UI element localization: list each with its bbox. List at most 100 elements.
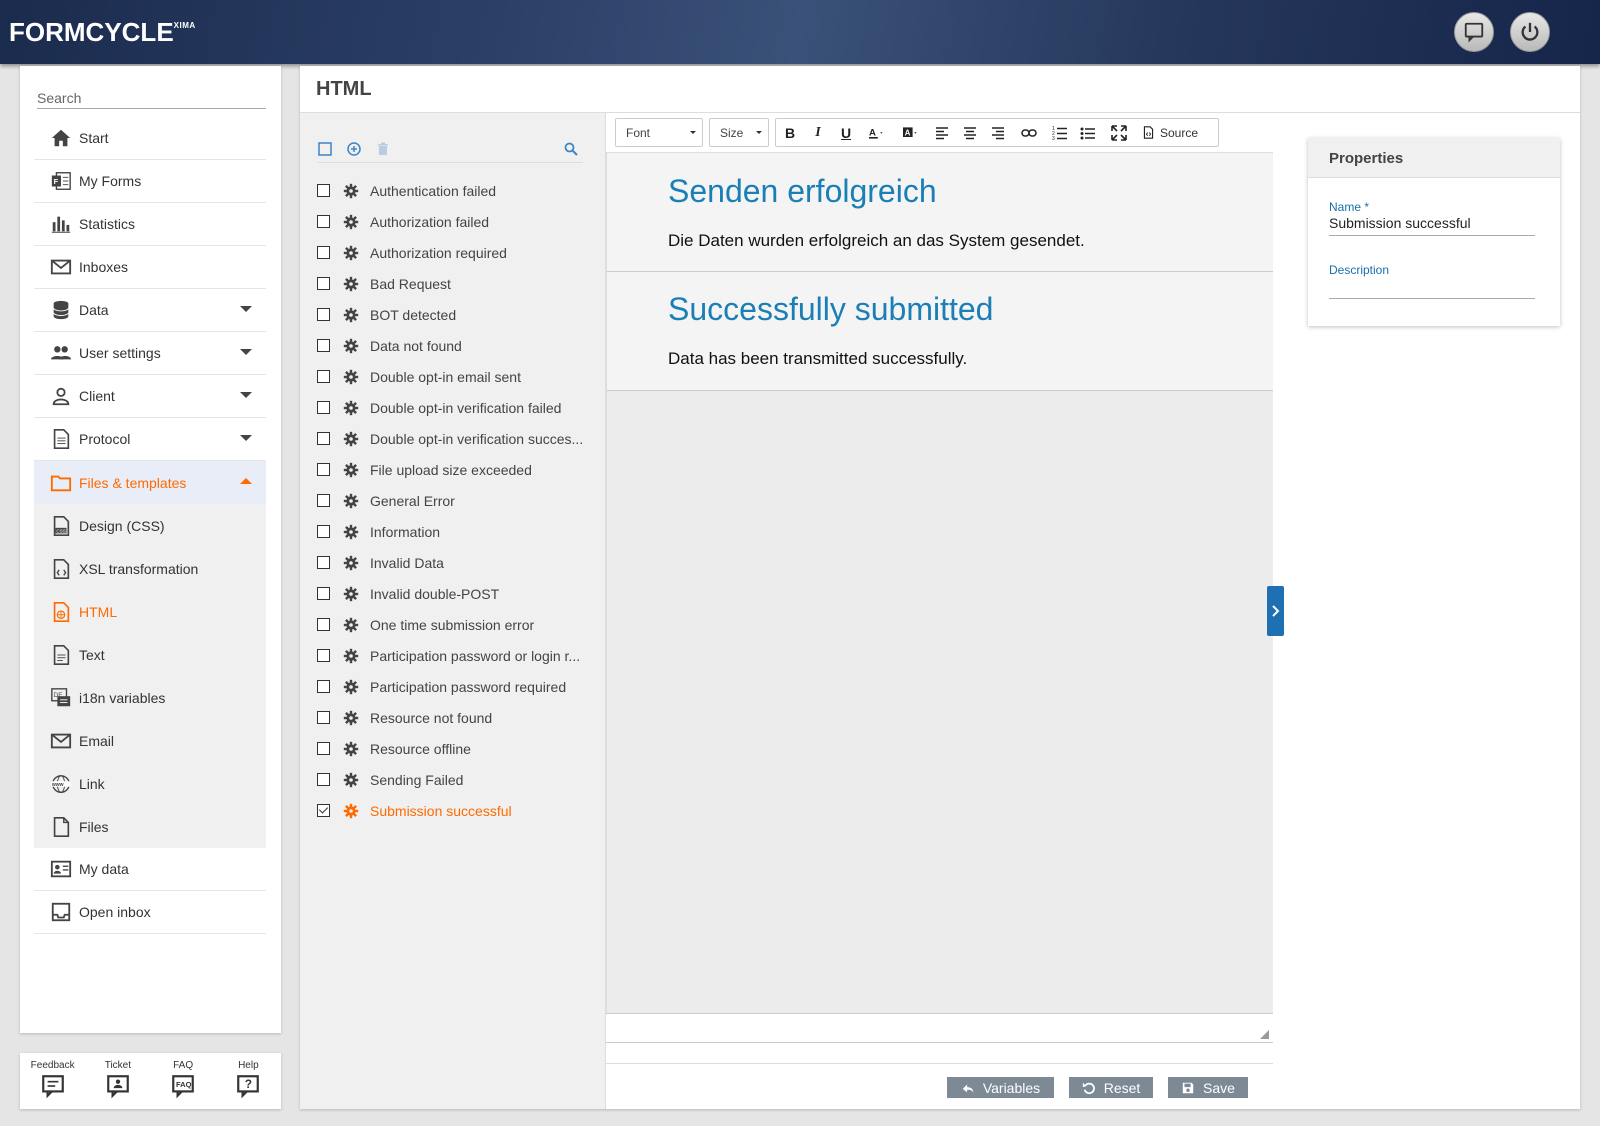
size-select[interactable]: Size: [709, 118, 769, 147]
sidebar-item-design-css[interactable]: CSS Design (CSS): [34, 504, 266, 547]
background-color-button[interactable]: A: [894, 119, 928, 146]
logout-button[interactable]: [1510, 12, 1550, 52]
sidebar-item-text[interactable]: Text: [34, 633, 266, 676]
sidebar-item-open-inbox[interactable]: Open inbox: [34, 891, 266, 934]
feedback-chat-button[interactable]: [1454, 12, 1494, 52]
row-checkbox[interactable]: [317, 494, 330, 507]
row-checkbox[interactable]: [317, 339, 330, 352]
resize-handle-icon[interactable]: [1260, 1030, 1269, 1039]
sidebar-item-files-templates[interactable]: Files & templates: [34, 461, 266, 504]
row-checkbox[interactable]: [317, 742, 330, 755]
name-field[interactable]: Submission successful: [1329, 215, 1535, 236]
sidebar-item-html[interactable]: HTML: [34, 590, 266, 633]
list-item[interactable]: Double opt-in email sent: [317, 361, 597, 392]
row-checkbox[interactable]: [317, 556, 330, 569]
row-checkbox[interactable]: [317, 432, 330, 445]
link-button[interactable]: [1012, 119, 1046, 146]
list-item[interactable]: Submission successful: [317, 795, 597, 826]
list-item[interactable]: Sending Failed: [317, 764, 597, 795]
list-item[interactable]: Resource offline: [317, 733, 597, 764]
list-item[interactable]: Authentication failed: [317, 175, 597, 206]
sidebar-item-xsl-transformation[interactable]: XSL transformation: [34, 547, 266, 590]
sidebar-item-data[interactable]: Data: [34, 289, 266, 332]
row-checkbox[interactable]: [317, 463, 330, 476]
formcycle-logo[interactable]: FORMCYCLEXIMA: [9, 17, 196, 48]
row-checkbox[interactable]: [317, 680, 330, 693]
search-input[interactable]: [37, 87, 266, 109]
maximize-button[interactable]: [1102, 119, 1136, 146]
sidebar-item-statistics[interactable]: Statistics: [34, 203, 266, 246]
row-checkbox[interactable]: [317, 649, 330, 662]
italic-button[interactable]: I: [804, 119, 832, 146]
list-item[interactable]: Bad Request: [317, 268, 597, 299]
list-item[interactable]: One time submission error: [317, 609, 597, 640]
add-icon[interactable]: [346, 141, 362, 157]
row-checkbox[interactable]: [317, 401, 330, 414]
row-checkbox[interactable]: [317, 773, 330, 786]
content-block-german[interactable]: Senden erfolgreich Die Daten wurden erfo…: [607, 153, 1273, 272]
background-color-icon: A: [903, 126, 917, 137]
sidebar-item-protocol[interactable]: Protocol: [34, 418, 266, 461]
bold-button[interactable]: B: [776, 119, 804, 146]
align-center-button[interactable]: [956, 119, 984, 146]
help-tool[interactable]: Help ?: [218, 1060, 278, 1099]
list-item[interactable]: Authorization failed: [317, 206, 597, 237]
font-select[interactable]: Font: [615, 118, 703, 147]
list-item[interactable]: Participation password required: [317, 671, 597, 702]
numbered-list-button[interactable]: 123: [1046, 119, 1074, 146]
align-right-button[interactable]: [984, 119, 1012, 146]
sidebar-item-i18n-variables[interactable]: DE i18n variables: [34, 676, 266, 719]
search-icon[interactable]: [563, 141, 579, 157]
row-checkbox[interactable]: [317, 711, 330, 724]
sidebar-item-email[interactable]: Email: [34, 719, 266, 762]
source-button[interactable]: Source: [1136, 126, 1204, 140]
sidebar-item-inboxes[interactable]: Inboxes: [34, 246, 266, 289]
faq-tool[interactable]: FAQ FAQ: [153, 1060, 213, 1099]
editor-content-area[interactable]: Senden erfolgreich Die Daten wurden erfo…: [606, 153, 1273, 1013]
ticket-tool[interactable]: Ticket: [88, 1060, 148, 1099]
bullet-list-button[interactable]: [1074, 119, 1102, 146]
sidebar-item-my-data[interactable]: My data: [34, 848, 266, 891]
row-checkbox[interactable]: [317, 525, 330, 538]
sidebar-item-start[interactable]: Start: [34, 117, 266, 160]
description-field[interactable]: [1329, 278, 1535, 299]
sidebar-item-user-settings[interactable]: User settings: [34, 332, 266, 375]
list-item[interactable]: Data not found: [317, 330, 597, 361]
list-item[interactable]: File upload size exceeded: [317, 454, 597, 485]
variables-button[interactable]: Variables: [947, 1077, 1054, 1098]
underline-button[interactable]: U: [832, 119, 860, 146]
feedback-tool[interactable]: Feedback: [23, 1060, 83, 1099]
row-checkbox[interactable]: [317, 370, 330, 383]
align-left-button[interactable]: [928, 119, 956, 146]
list-item[interactable]: Participation password or login r...: [317, 640, 597, 671]
list-item[interactable]: Resource not found: [317, 702, 597, 733]
row-checkbox[interactable]: [317, 587, 330, 600]
row-checkbox[interactable]: [317, 184, 330, 197]
sidebar-item-my-forms[interactable]: F My Forms: [34, 160, 266, 203]
list-item[interactable]: Double opt-in verification succes...: [317, 423, 597, 454]
sidebar-item-client[interactable]: Client: [34, 375, 266, 418]
list-item[interactable]: General Error: [317, 485, 597, 516]
list-item[interactable]: Invalid double-POST: [317, 578, 597, 609]
select-all-checkbox-icon[interactable]: [317, 141, 333, 157]
row-checkbox[interactable]: [317, 804, 330, 817]
list-item[interactable]: Double opt-in verification failed: [317, 392, 597, 423]
row-checkbox[interactable]: [317, 246, 330, 259]
list-item[interactable]: Information: [317, 516, 597, 547]
list-item[interactable]: Authorization required: [317, 237, 597, 268]
list-item[interactable]: Invalid Data: [317, 547, 597, 578]
save-button[interactable]: Save: [1168, 1077, 1248, 1098]
trash-icon[interactable]: [375, 141, 391, 157]
row-checkbox[interactable]: [317, 277, 330, 290]
sidebar-item-files[interactable]: Files: [34, 805, 266, 848]
sidebar-item-link[interactable]: www Link: [34, 762, 266, 805]
row-checkbox[interactable]: [317, 308, 330, 321]
content-block-english[interactable]: Successfully submitted Data has been tra…: [607, 272, 1273, 391]
row-checkbox[interactable]: [317, 618, 330, 631]
gear-icon: [343, 307, 359, 322]
row-checkbox[interactable]: [317, 215, 330, 228]
reset-button[interactable]: Reset: [1069, 1077, 1153, 1098]
collapse-properties-tab[interactable]: [1267, 586, 1284, 636]
list-item[interactable]: BOT detected: [317, 299, 597, 330]
text-color-button[interactable]: A: [860, 119, 894, 146]
